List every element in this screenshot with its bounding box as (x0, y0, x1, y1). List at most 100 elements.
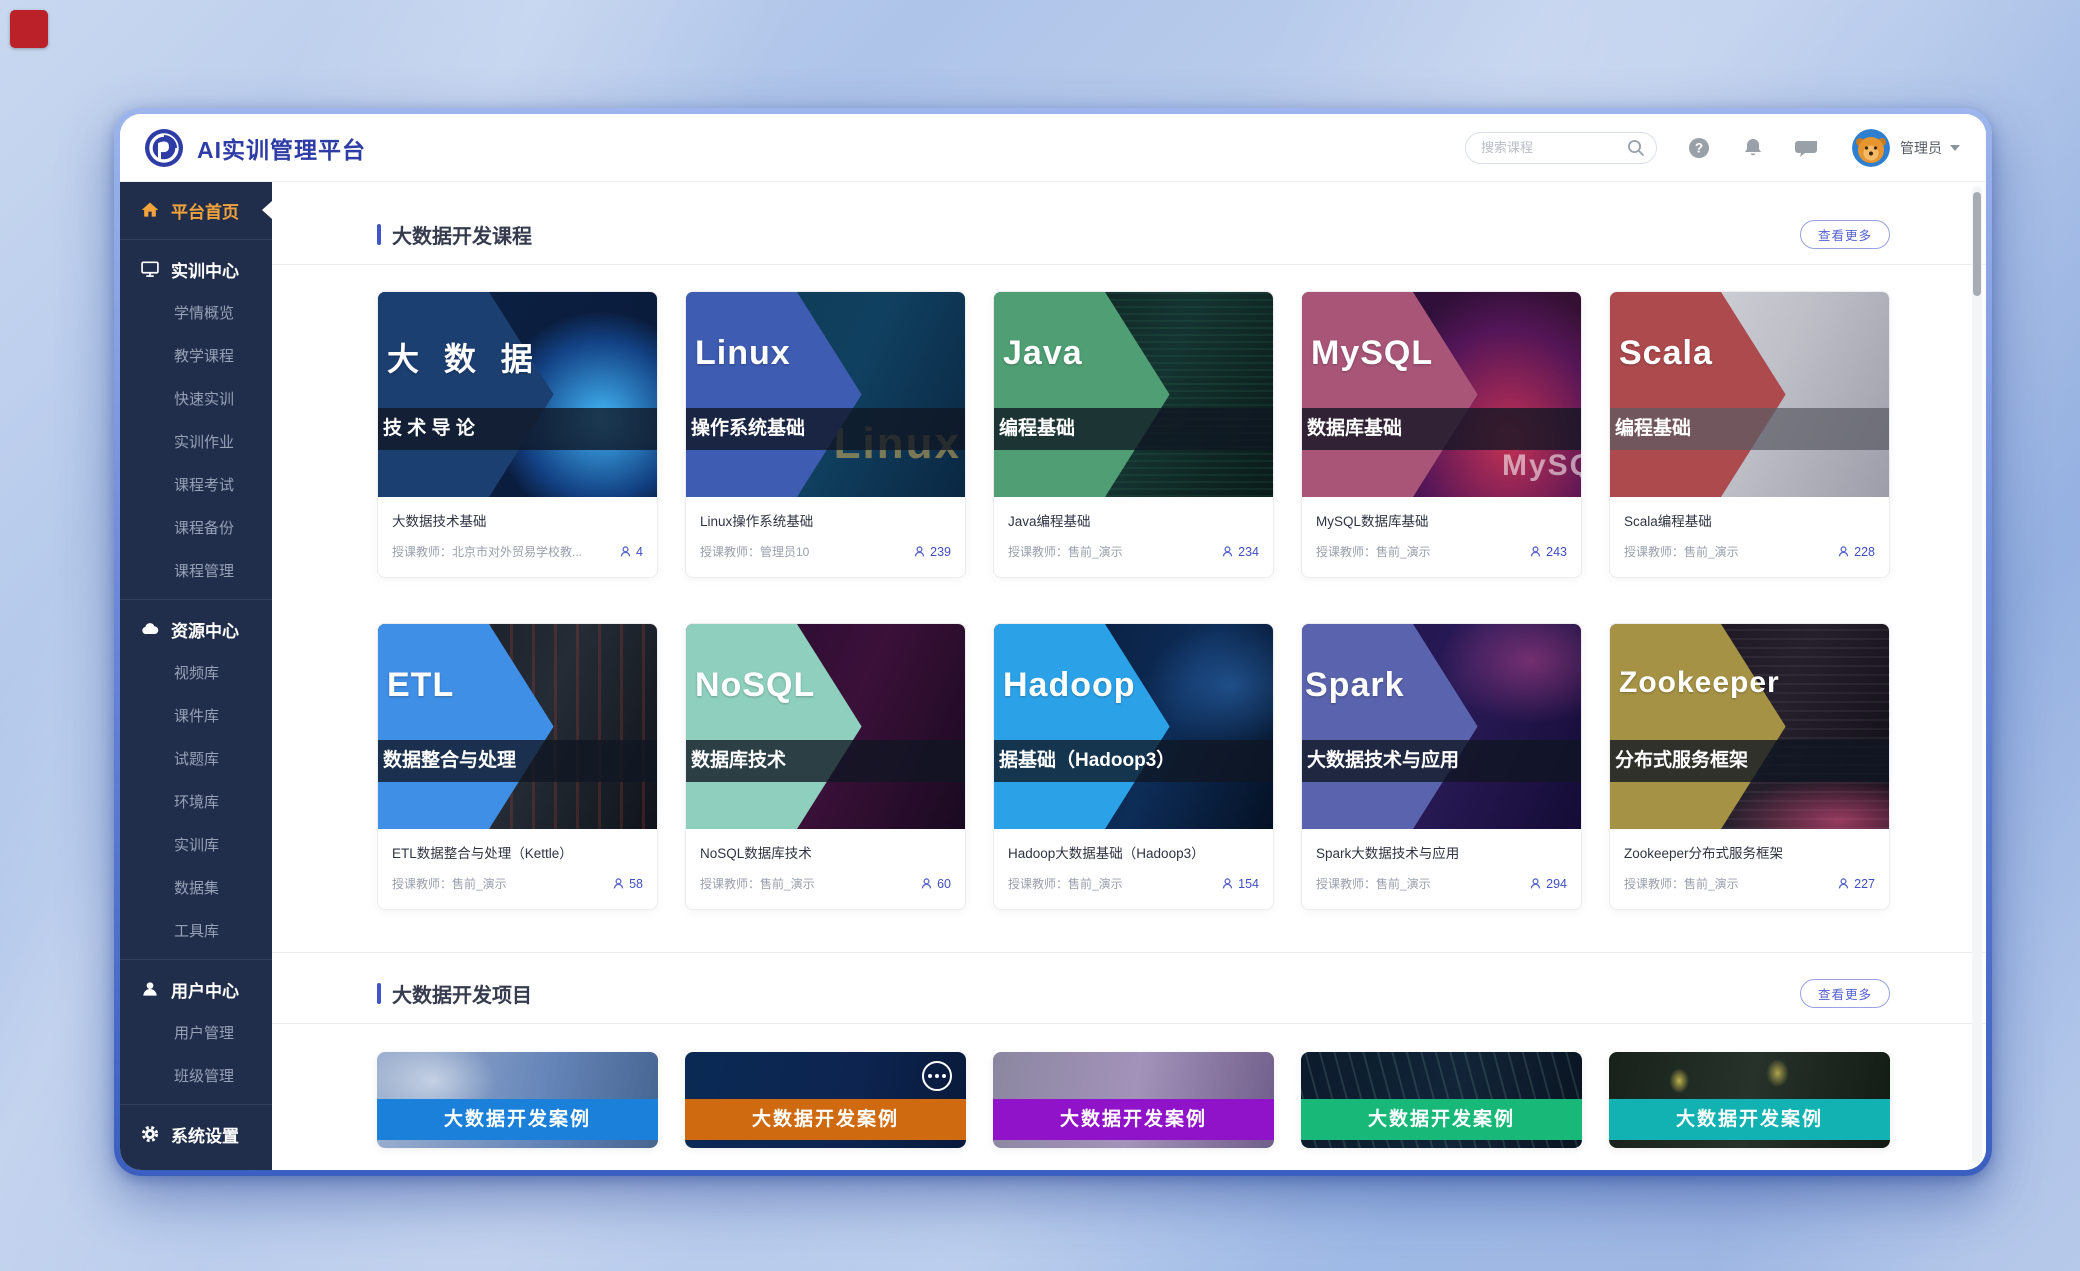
avatar[interactable] (1852, 129, 1890, 167)
person-icon (1529, 877, 1542, 890)
sidebar-divider (120, 239, 272, 240)
course-card[interactable]: MySQ MySQL 数据库基础 MySQL数据库基础 授课教师：售前_演示 (1301, 291, 1582, 578)
scrollbar[interactable] (1972, 186, 1982, 1164)
sidebar-item-teaching-courses[interactable]: 教学课程 (120, 334, 272, 377)
course-cover: Java 编程基础 (994, 292, 1273, 497)
sidebar-item-training-center[interactable]: 实训中心 (120, 247, 272, 291)
sidebar-item-learning-overview[interactable]: 学情概览 (120, 291, 272, 334)
app-title: AI实训管理平台 (197, 131, 366, 165)
cover-arrow (994, 292, 1170, 497)
more-dots-icon (922, 1061, 952, 1091)
student-count: 228 (1837, 545, 1875, 559)
course-card[interactable]: Spark 大数据技术与应用 Spark大数据技术与应用 授课教师：售前_演示 … (1301, 623, 1582, 910)
student-count: 239 (913, 545, 951, 559)
person-icon (1837, 877, 1850, 890)
title-accent-bar (377, 983, 381, 1004)
person-icon (1529, 545, 1542, 558)
course-search[interactable] (1465, 132, 1657, 164)
project-banner: 大数据开发案例 (685, 1099, 966, 1140)
sidebar-item-course-exams[interactable]: 课程考试 (120, 463, 272, 506)
course-teacher: 授课教师：售前_演示 (1008, 875, 1123, 892)
sidebar-item-course-backup[interactable]: 课程备份 (120, 506, 272, 549)
sidebar-item-datasets[interactable]: 数据集 (120, 866, 272, 909)
app-window: AI实训管理平台 ? (114, 108, 1992, 1176)
desktop-red-tile (10, 10, 48, 48)
view-more-projects-button[interactable]: 查看更多 (1800, 979, 1890, 1008)
course-teacher: 授课教师：售前_演示 (1624, 875, 1739, 892)
course-name: Linux操作系统基础 (700, 510, 951, 530)
sidebar-item-user-center[interactable]: 用户中心 (120, 967, 272, 1011)
help-button[interactable]: ? (1687, 136, 1711, 160)
course-card[interactable]: Zookeeper 分布式服务框架 Zookeeper分布式服务框架 授课教师：… (1609, 623, 1890, 910)
sidebar-item-training-homework[interactable]: 实训作业 (120, 420, 272, 463)
student-count: 60 (920, 877, 951, 891)
course-teacher: 授课教师：管理员10 (700, 543, 809, 560)
search-icon[interactable] (1626, 138, 1646, 158)
home-icon (140, 200, 160, 220)
course-cover: MySQ MySQL 数据库基础 (1302, 292, 1581, 497)
person-icon (619, 545, 632, 558)
projects-section-header: 大数据开发项目 查看更多 (377, 979, 1890, 1008)
scrollbar-thumb[interactable] (1973, 192, 1981, 296)
chevron-down-icon[interactable] (1950, 145, 1960, 151)
user-name[interactable]: 管理员 (1900, 138, 1942, 158)
monitor-icon (140, 259, 160, 279)
project-banner: 大数据开发案例 (993, 1099, 1274, 1140)
section-title: 大数据开发项目 (377, 979, 532, 1008)
sidebar-item-training-library[interactable]: 实训库 (120, 823, 272, 866)
course-cover: Zookeeper 分布式服务框架 (1610, 624, 1889, 829)
student-count: 243 (1529, 545, 1567, 559)
person-icon (612, 877, 625, 890)
bell-icon (1741, 136, 1765, 160)
section-divider (272, 952, 1986, 953)
course-cover: Scala 编程基础 (1610, 292, 1889, 497)
course-cover: NoSQL 数据库技术 (686, 624, 965, 829)
course-card[interactable]: Java 编程基础 Java编程基础 授课教师：售前_演示 234 (993, 291, 1274, 578)
person-icon (1221, 545, 1234, 558)
course-name: 大数据技术基础 (392, 510, 643, 530)
sidebar-item-home[interactable]: 平台首页 (120, 188, 272, 232)
sidebar-item-system-settings[interactable]: 系统设置 (120, 1112, 272, 1156)
project-card[interactable]: 大数据开发案例 (685, 1052, 966, 1148)
sidebar-item-resource-center[interactable]: 资源中心 (120, 607, 272, 651)
student-count: 227 (1837, 877, 1875, 891)
sidebar-item-tool-library[interactable]: 工具库 (120, 909, 272, 952)
sidebar-item-environment-library[interactable]: 环境库 (120, 780, 272, 823)
project-card[interactable]: 大数据开发案例 (993, 1052, 1274, 1148)
course-cover: Spark 大数据技术与应用 (1302, 624, 1581, 829)
project-card[interactable]: 大数据开发案例 (377, 1052, 658, 1148)
course-cover: 大 数 据 技 术 导 论 (378, 292, 657, 497)
cover-arrow (1302, 624, 1478, 829)
messages-button[interactable] (1795, 136, 1820, 160)
course-name: Scala编程基础 (1624, 510, 1875, 530)
sidebar-item-quick-training[interactable]: 快速实训 (120, 377, 272, 420)
course-card[interactable]: Scala 编程基础 Scala编程基础 授课教师：售前_演示 228 (1609, 291, 1890, 578)
course-name: MySQL数据库基础 (1316, 510, 1567, 530)
app-logo-icon (144, 128, 184, 168)
course-card[interactable]: NoSQL 数据库技术 NoSQL数据库技术 授课教师：售前_演示 60 (685, 623, 966, 910)
sidebar: 平台首页 实训中心 学情概览 教学课程 快速实训 (120, 182, 272, 1170)
course-name: NoSQL数据库技术 (700, 842, 951, 862)
course-card[interactable]: Linux Linux 操作系统基础 Linux操作系统基础 授课教师：管理员1… (685, 291, 966, 578)
notifications-button[interactable] (1741, 136, 1765, 160)
sidebar-item-courseware-library[interactable]: 课件库 (120, 694, 272, 737)
sidebar-item-class-management[interactable]: 班级管理 (120, 1054, 272, 1097)
view-more-courses-button[interactable]: 查看更多 (1800, 220, 1890, 249)
course-card[interactable]: Hadoop 据基础（Hadoop3） Hadoop大数据基础（Hadoop3）… (993, 623, 1274, 910)
sidebar-item-video-library[interactable]: 视频库 (120, 651, 272, 694)
project-card[interactable]: 大数据开发案例 (1301, 1052, 1582, 1148)
section-title: 大数据开发课程 (377, 220, 532, 249)
sidebar-item-course-management[interactable]: 课程管理 (120, 549, 272, 592)
cover-arrow (378, 292, 554, 497)
course-card[interactable]: 大 数 据 技 术 导 论 大数据技术基础 授课教师：北京市对外贸易学校教...… (377, 291, 658, 578)
sidebar-item-user-management[interactable]: 用户管理 (120, 1011, 272, 1054)
project-card[interactable]: 大数据开发案例 (1609, 1052, 1890, 1148)
project-banner: 大数据开发案例 (377, 1099, 658, 1140)
sidebar-item-question-library[interactable]: 试题库 (120, 737, 272, 780)
course-card[interactable]: ETL 数据整合与处理 ETL数据整合与处理（Kettle） 授课教师：售前_演… (377, 623, 658, 910)
course-teacher: 授课教师：售前_演示 (1624, 543, 1739, 560)
course-cover: Hadoop 据基础（Hadoop3） (994, 624, 1273, 829)
student-count: 234 (1221, 545, 1259, 559)
cover-arrow (1610, 292, 1786, 497)
user-icon (140, 979, 160, 999)
